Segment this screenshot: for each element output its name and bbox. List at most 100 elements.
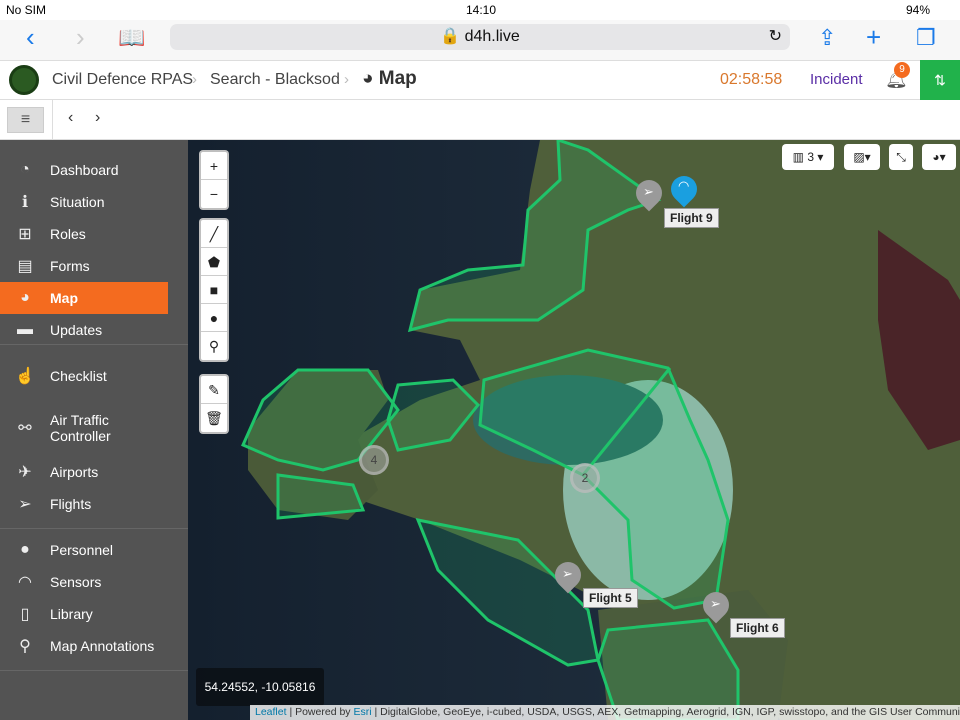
- map-attribution: Leaflet | Powered by Esri | DigitalGlobe…: [250, 705, 960, 720]
- flight-label[interactable]: Flight 9: [664, 208, 719, 228]
- share-icon[interactable]: ⇪: [818, 25, 836, 51]
- sidebar-item-map[interactable]: ◕ Map: [0, 282, 168, 314]
- sidebar-item-label: Updates: [50, 322, 103, 338]
- bookmarks-icon[interactable]: 📖: [118, 25, 145, 51]
- clock: 14:10: [466, 3, 497, 17]
- sidebar-item-label: Map: [50, 290, 78, 306]
- sidebar-item-dashboard[interactable]: ◔ Dashboard: [0, 154, 168, 186]
- rss-icon: ◠: [678, 178, 690, 193]
- zoom-control: + −: [199, 150, 229, 210]
- draw-marker-icon[interactable]: ⚲: [201, 332, 227, 360]
- coordinates-readout: 54.24552, -10.05816: [196, 668, 324, 706]
- sidebar-item-label: Library: [50, 606, 93, 622]
- back-icon[interactable]: ‹: [26, 22, 35, 53]
- document-icon: ▤: [17, 258, 33, 275]
- sidebar-item-sensors[interactable]: ◠ Sensors: [0, 566, 168, 598]
- sidebar-item-map-annotations[interactable]: ⚲ Map Annotations: [0, 630, 168, 662]
- sidebar-item-label: Dashboard: [50, 162, 119, 178]
- pin-icon: ⚲: [19, 638, 31, 655]
- compress-icon: ⤡: [896, 150, 906, 164]
- marker-cluster[interactable]: 4: [359, 445, 389, 475]
- comment-icon: ▬: [17, 321, 33, 338]
- globe-icon: ◕: [20, 289, 30, 306]
- menu-toggle-button[interactable]: ≡: [7, 107, 44, 133]
- timer: 02:58:58: [720, 71, 783, 88]
- sidebar-item-airports[interactable]: ✈ Airports: [0, 456, 168, 488]
- esri-link[interactable]: Esri: [353, 706, 371, 718]
- forward-icon[interactable]: ›: [76, 22, 85, 53]
- leaflet-link[interactable]: Leaflet: [255, 706, 287, 718]
- image-icon: ▨: [853, 150, 865, 164]
- url-bar[interactable]: 🔒 d4h.live ↻: [170, 24, 790, 50]
- carrier: No SIM: [6, 3, 47, 17]
- thumbs-up-icon: ☝: [15, 368, 35, 385]
- globe-dropdown[interactable]: ◕▾: [922, 144, 956, 170]
- info-icon: ℹ: [21, 194, 29, 211]
- rss-icon: ◠: [18, 574, 32, 591]
- browser-bar: ‹ › 📖 🔒 d4h.live ↻ ⇪ + ❐: [0, 20, 960, 60]
- sidebar-item-personnel[interactable]: ● Personnel: [0, 534, 168, 566]
- org-logo: [9, 65, 39, 95]
- draw-toolbar: ╱ ⬟ ■ ● ⚲: [199, 218, 229, 362]
- flight-label[interactable]: Flight 5: [583, 588, 638, 608]
- sidebar-item-updates[interactable]: ▬ Updates: [0, 314, 168, 346]
- sidebar-item-label: Personnel: [50, 542, 114, 558]
- sidebar-item-air-traffic[interactable]: ⚯ Air Traffic Controller: [0, 406, 168, 450]
- breadcrumb-org[interactable]: Civil Defence RPAS: [52, 71, 193, 89]
- incident-button[interactable]: Incident: [810, 71, 863, 88]
- page-title: ◕ Map: [362, 68, 417, 89]
- satellite-map: [188, 140, 960, 720]
- sidebar-item-label: Sensors: [50, 574, 102, 590]
- toolbar: ≡ ‹ ›: [0, 100, 960, 140]
- trash-icon[interactable]: 🗑︎: [201, 404, 227, 432]
- nav-back-button[interactable]: ‹: [68, 109, 73, 127]
- paper-plane-icon: ➢: [562, 566, 573, 581]
- zoom-in-button[interactable]: +: [201, 152, 227, 180]
- sidebar-item-label: Map Annotations: [50, 638, 155, 654]
- divider: [0, 670, 188, 671]
- sidebar-item-forms[interactable]: ▤ Forms: [0, 250, 168, 282]
- sidebar-item-library[interactable]: ▯ Library: [0, 598, 168, 630]
- new-tab-icon[interactable]: +: [866, 22, 881, 53]
- sidebar-item-roles[interactable]: ⊞ Roles: [0, 218, 168, 250]
- collapse-button[interactable]: ⤡: [889, 144, 913, 170]
- sidebar-item-label: Checklist: [50, 368, 107, 384]
- sidebar-item-label: Air Traffic Controller: [50, 412, 111, 444]
- divider: [0, 528, 188, 529]
- url-text: d4h.live: [464, 28, 520, 45]
- edit-icon[interactable]: ✎: [201, 376, 227, 404]
- sync-button[interactable]: ⇅: [920, 60, 960, 100]
- binoculars-icon: ⚯: [18, 420, 32, 437]
- lock-icon: 🔒: [440, 28, 465, 45]
- map[interactable]: + − ╱ ⬟ ■ ● ⚲ ✎ 🗑︎: [188, 140, 960, 720]
- flight-label[interactable]: Flight 6: [730, 618, 785, 638]
- sidebar-item-situation[interactable]: ℹ Situation: [0, 186, 168, 218]
- reload-icon[interactable]: ↻: [769, 24, 782, 50]
- draw-circle-icon[interactable]: ●: [201, 304, 227, 332]
- sidebar: ◔ Dashboard ℹ Situation ⊞ Roles ▤ Forms ◕ Map ▬ Upd…: [0, 140, 188, 720]
- draw-polygon-icon[interactable]: ⬟: [201, 248, 227, 276]
- notification-badge: 9: [894, 62, 910, 78]
- app-header: Civil Defence RPAS › Search - Blacksod ›…: [0, 60, 960, 100]
- paper-plane-icon: ➢: [18, 496, 32, 513]
- draw-rectangle-icon[interactable]: ■: [201, 276, 227, 304]
- basemap-dropdown[interactable]: ▨▾: [844, 144, 880, 170]
- layers-dropdown[interactable]: ▥ 3 ▾: [782, 144, 834, 170]
- edit-toolbar: ✎ 🗑︎: [199, 374, 229, 434]
- zoom-out-button[interactable]: −: [201, 180, 227, 208]
- dashboard-icon: ◔: [20, 161, 30, 178]
- draw-line-icon[interactable]: ╱: [201, 220, 227, 248]
- user-icon: ●: [20, 541, 30, 558]
- paper-plane-icon: ➢: [643, 184, 654, 199]
- globe-icon: ◕: [932, 150, 940, 164]
- sidebar-item-label: Airports: [50, 464, 99, 480]
- plane-icon: ✈: [18, 464, 32, 481]
- marker-cluster[interactable]: 2: [570, 463, 600, 493]
- tabs-icon[interactable]: ❐: [916, 25, 936, 51]
- sidebar-item-flights[interactable]: ➢ Flights: [0, 488, 168, 520]
- map-icon: ▥: [792, 150, 808, 164]
- breadcrumb-incident[interactable]: Search - Blacksod: [210, 71, 340, 89]
- status-bar: No SIM 14:10 94%: [0, 0, 960, 20]
- sidebar-item-checklist[interactable]: ☝ Checklist: [0, 360, 168, 392]
- nav-forward-button[interactable]: ›: [95, 109, 100, 127]
